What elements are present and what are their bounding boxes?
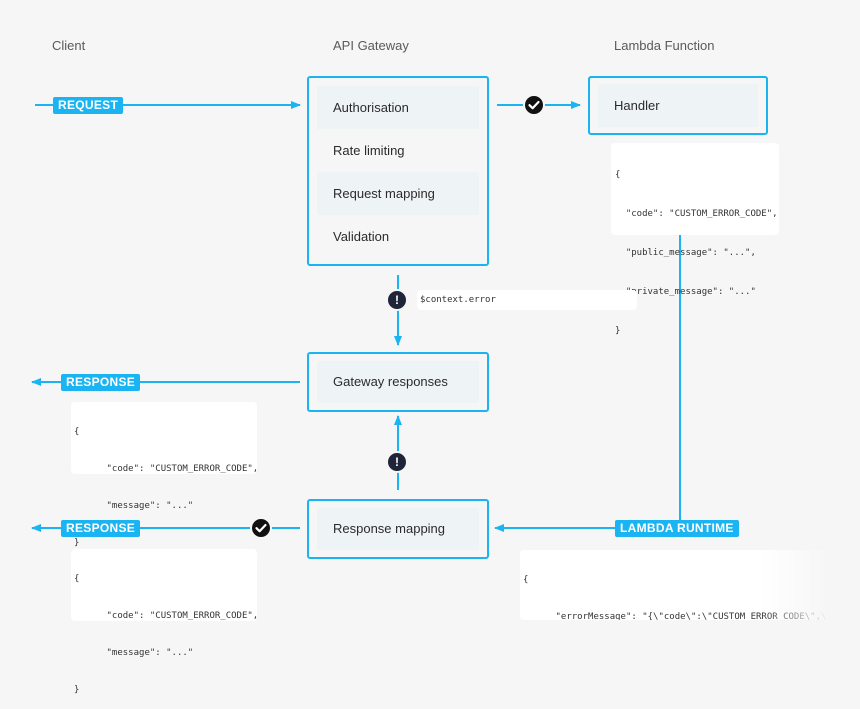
- error-exclamation-icon: !: [386, 451, 408, 473]
- code-line: "code": "CUSTOM_ERROR_CODE",: [615, 209, 778, 219]
- code-line: }: [615, 326, 621, 336]
- code-line: {: [615, 170, 621, 180]
- success-check-icon: [523, 94, 545, 116]
- step-request-mapping: Request mapping: [317, 172, 479, 215]
- code-line: "message": "...": [74, 501, 194, 511]
- mapped-response-code-block: { "code": "CUSTOM_ERROR_CODE", "message"…: [71, 549, 258, 695]
- api-gateway-box: Authorisation Rate limiting Request mapp…: [307, 76, 489, 266]
- step-validation: Validation: [333, 229, 390, 244]
- request-tag: REQUEST: [53, 97, 124, 114]
- context-error-label: $context.error: [417, 290, 637, 310]
- gateway-responses-label: Gateway responses: [317, 361, 479, 403]
- gateway-response-code-block: { "code": "CUSTOM_ERROR_CODE", "message"…: [71, 402, 258, 548]
- code-line: "code": "CUSTOM_ERROR_CODE",: [74, 611, 259, 621]
- response-tag-bottom: RESPONSE: [61, 520, 141, 537]
- code-line: }: [74, 685, 80, 695]
- handler-error-code-block: { "code": "CUSTOM_ERROR_CODE", "public_m…: [611, 143, 779, 336]
- code-line: "public_message": "...",: [615, 248, 756, 258]
- step-authorisation: Authorisation: [317, 86, 479, 129]
- response-tag-top: RESPONSE: [61, 374, 141, 391]
- handler-label: Handler: [598, 84, 758, 127]
- gateway-responses-box: Gateway responses: [307, 352, 489, 412]
- step-rate-limiting: Rate limiting: [333, 143, 405, 158]
- response-mapping-box: Response mapping: [307, 499, 489, 559]
- column-title-api-gateway: API Gateway: [333, 38, 409, 53]
- code-fade-overlay: [760, 550, 830, 620]
- column-title-client: Client: [52, 38, 86, 53]
- handler-box: Handler: [588, 76, 768, 135]
- column-title-lambda: Lambda Function: [614, 38, 715, 53]
- code-line: {: [74, 574, 80, 584]
- error-exclamation-icon: !: [386, 289, 408, 311]
- code-line: {: [74, 427, 80, 437]
- lambda-runtime-tag: LAMBDA RUNTIME: [615, 520, 739, 537]
- code-line: "code": "CUSTOM_ERROR_CODE",: [74, 464, 259, 474]
- success-check-icon: [250, 517, 272, 539]
- code-line: "private_message": "...": [615, 287, 756, 297]
- response-mapping-label: Response mapping: [317, 508, 479, 550]
- code-line: "message": "...": [74, 648, 194, 658]
